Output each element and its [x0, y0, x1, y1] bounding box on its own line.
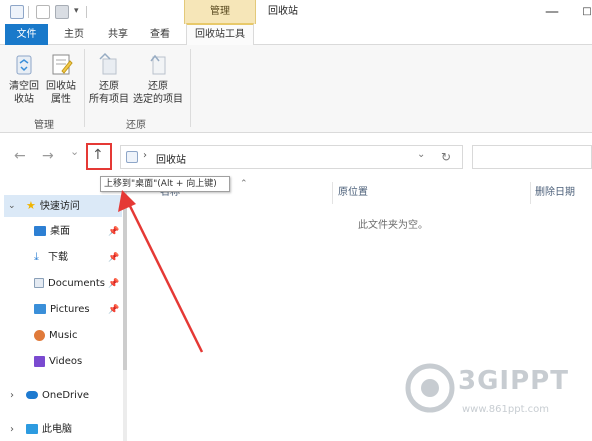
watermark: 3GIPPT www.861ppt.com: [404, 360, 592, 432]
watermark-logo-icon: [405, 363, 455, 413]
watermark-url: www.861ppt.com: [462, 404, 550, 415]
watermark-brand: 3GIPPT: [458, 366, 569, 396]
